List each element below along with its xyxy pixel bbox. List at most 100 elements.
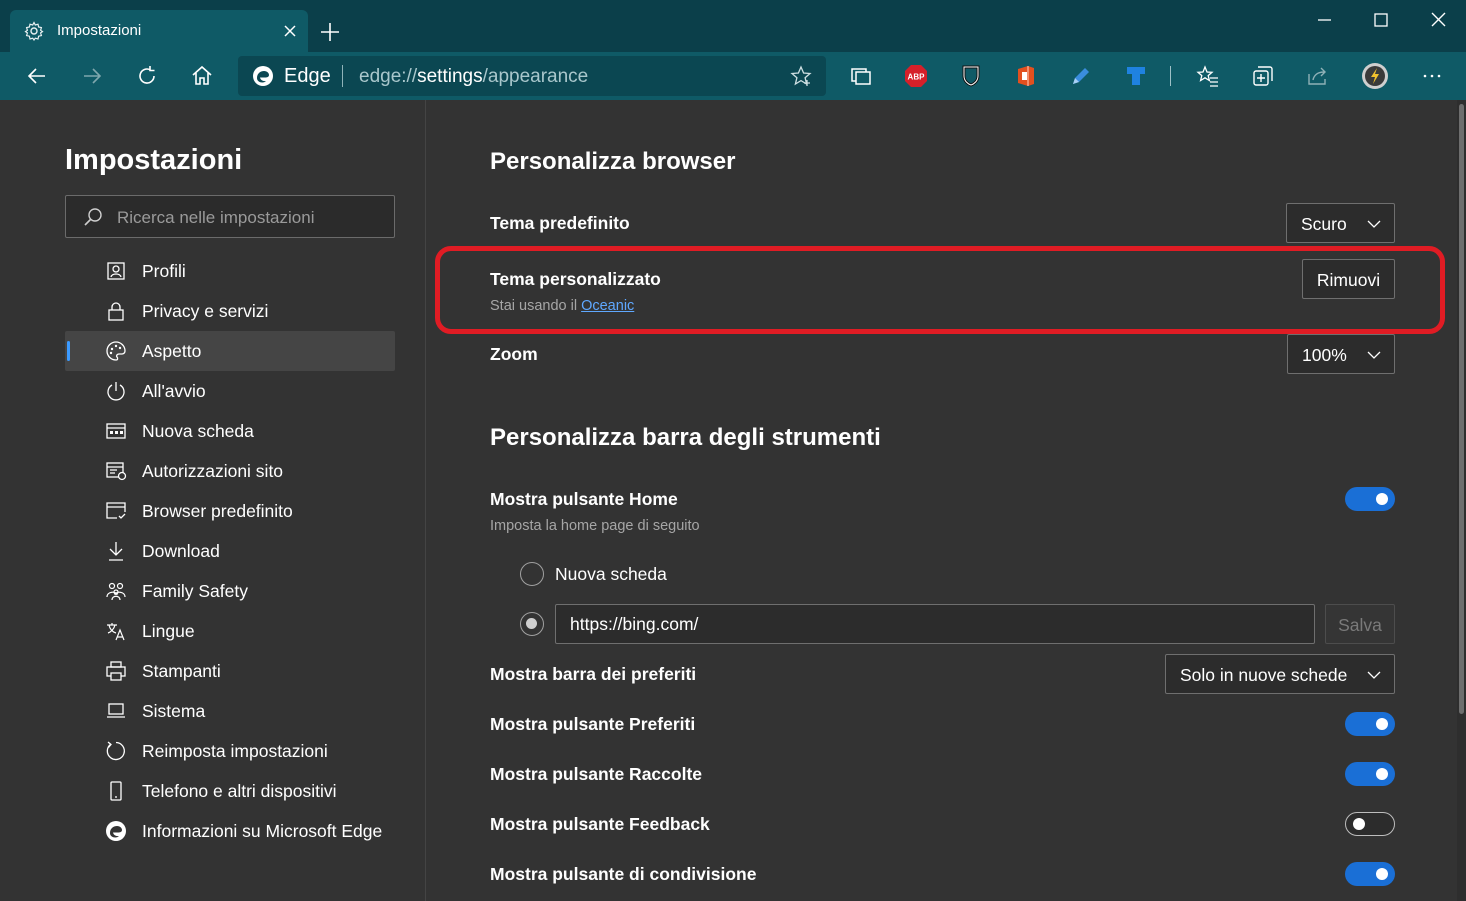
address-url[interactable]: edge://settings/appearance [359,66,588,88]
close-window-icon[interactable] [1418,8,1458,32]
radio-new-tab-label: Nuova scheda [555,564,667,584]
sidebar-item-browser-predefinito[interactable]: Browser predefinito [65,491,395,531]
download-icon [105,540,127,562]
save-button[interactable]: Salva [1325,604,1395,644]
back-icon[interactable] [25,64,49,88]
custom-theme-label: Tema personalizzato [490,269,661,289]
sidebar-item-download[interactable]: Download [65,531,395,571]
share-icon[interactable] [1306,64,1330,88]
remove-theme-button[interactable]: Rimuovi [1302,259,1395,299]
shield-extension-icon[interactable] [959,64,983,88]
sidebar-item-lingue[interactable]: Lingue [65,611,395,651]
zoom-label: Zoom [490,344,538,364]
forward-icon[interactable] [80,64,104,88]
favorites-button-toggle[interactable] [1345,712,1395,736]
default-theme-label: Tema predefinito [490,213,630,233]
home-button-description: Imposta la home page di seguito [490,518,700,534]
collections-button-toggle[interactable] [1345,762,1395,786]
close-tab-icon[interactable] [280,21,300,41]
address-separator [342,65,343,87]
favorites-button-label: Mostra pulsante Preferiti [490,714,696,734]
sidebar-item-informazioni[interactable]: Informazioni su Microsoft Edge [65,811,395,851]
browser-toolbar: Edge edge://settings/appearance ABP [0,52,1466,100]
power-icon [105,380,127,402]
minimize-icon[interactable] [1304,8,1344,32]
radio-new-tab[interactable] [520,562,544,586]
chevron-down-icon [1366,667,1382,683]
search-icon [82,206,104,228]
custom-theme-description: Stai usando il Oceanic [490,298,635,314]
family-icon [105,580,127,602]
edge-logo-icon [252,65,274,87]
more-options-icon[interactable] [1420,64,1444,88]
sidebar-item-sistema[interactable]: Sistema [65,691,395,731]
tab-actions-icon[interactable] [849,64,873,88]
favorites-icon[interactable] [1196,64,1220,88]
reset-icon [105,740,127,762]
default-browser-icon [105,500,127,522]
sidebar-item-autorizzazioni-sito[interactable]: Autorizzazioni sito [65,451,395,491]
maximize-icon[interactable] [1360,8,1400,32]
section-title-toolbar: Personalizza barra degli strumenti [490,424,881,451]
sidebar-item-profili[interactable]: Profili [65,251,395,291]
language-icon [105,620,127,642]
collections-icon[interactable] [1251,64,1275,88]
dashlane-extension-icon[interactable] [1124,64,1148,88]
favorites-bar-dropdown[interactable]: Solo in nuove schede [1165,654,1395,694]
favorites-bar-label: Mostra barra dei preferiti [490,664,697,684]
refresh-icon[interactable] [135,64,159,88]
svg-text:ABP: ABP [908,73,926,82]
toolbar-separator [1170,66,1171,86]
home-icon[interactable] [190,64,214,88]
profile-avatar[interactable] [1361,62,1389,90]
palette-icon [105,340,127,362]
sidebar-item-telefono[interactable]: Telefono e altri dispositivi [65,771,395,811]
browser-tab[interactable]: Impostazioni [10,10,308,52]
address-bar[interactable]: Edge edge://settings/appearance [238,56,826,96]
adblock-plus-icon[interactable]: ABP [904,64,928,88]
edge-logo-icon [105,820,127,842]
sidebar-item-privacy[interactable]: Privacy e servizi [65,291,395,331]
oceanic-theme-link[interactable]: Oceanic [581,298,634,314]
title-bar: Impostazioni [0,0,1466,52]
sidebar-item-family-safety[interactable]: Family Safety [65,571,395,611]
profile-icon [105,260,127,282]
sidebar-title: Impostazioni [65,144,243,176]
sidebar-item-all-avvio[interactable]: All'avvio [65,371,395,411]
zoom-dropdown[interactable]: 100% [1287,334,1395,374]
tab-title: Impostazioni [57,22,142,39]
new-tab-page-icon [105,420,127,442]
feedback-button-toggle[interactable] [1345,812,1395,836]
phone-icon [105,780,127,802]
home-button-label: Mostra pulsante Home [490,489,678,509]
new-tab-icon[interactable] [318,20,342,44]
settings-sidebar: Impostazioni Ricerca nelle impostazioni … [0,100,426,901]
scrollbar-thumb[interactable] [1459,104,1464,714]
search-placeholder: Ricerca nelle impostazioni [117,208,315,227]
home-url-field[interactable] [555,604,1315,644]
share-button-label: Mostra pulsante di condivisione [490,864,757,884]
site-permissions-icon [105,460,127,482]
chevron-down-icon [1366,347,1382,363]
home-button-toggle[interactable] [1345,487,1395,511]
sidebar-item-aspetto[interactable]: Aspetto [65,331,395,371]
radio-custom-url[interactable] [520,612,544,636]
share-button-toggle[interactable] [1345,862,1395,886]
sidebar-item-reimposta[interactable]: Reimposta impostazioni [65,731,395,771]
collections-button-label: Mostra pulsante Raccolte [490,764,702,784]
office-extension-icon[interactable] [1014,64,1038,88]
sidebar-item-stampanti[interactable]: Stampanti [65,651,395,691]
active-indicator [67,341,70,361]
add-favorite-star-icon[interactable] [790,65,812,87]
settings-search-input[interactable]: Ricerca nelle impostazioni [65,195,395,238]
pen-extension-icon[interactable] [1069,64,1093,88]
lock-icon [105,300,127,322]
chevron-down-icon [1366,216,1382,232]
laptop-icon [105,700,127,722]
gear-icon [24,21,44,41]
sidebar-item-nuova-scheda[interactable]: Nuova scheda [65,411,395,451]
default-theme-dropdown[interactable]: Scuro [1286,203,1395,243]
feedback-button-label: Mostra pulsante Feedback [490,814,710,834]
address-site-name: Edge [284,65,331,87]
main-scrollbar[interactable] [1457,100,1466,901]
